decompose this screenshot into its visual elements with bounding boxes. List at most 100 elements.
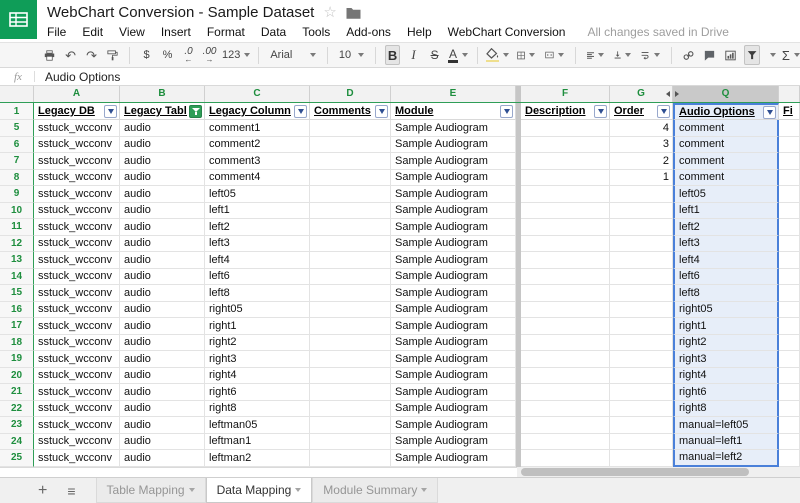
cell[interactable]: left8 bbox=[673, 285, 779, 302]
cell[interactable]: Sample Audiogram bbox=[391, 236, 516, 253]
cell[interactable] bbox=[610, 302, 673, 319]
row-number[interactable]: 23 bbox=[0, 417, 34, 434]
cell[interactable]: audio bbox=[120, 153, 205, 170]
number-format-button[interactable]: 123 bbox=[223, 45, 249, 65]
cell[interactable] bbox=[521, 153, 610, 170]
cell[interactable]: sstuck_wcconv bbox=[34, 236, 120, 253]
header-cell-fi[interactable]: Fi bbox=[779, 103, 800, 120]
cell[interactable]: audio bbox=[120, 236, 205, 253]
cell[interactable] bbox=[610, 203, 673, 220]
menu-tools[interactable]: Tools bbox=[302, 25, 330, 39]
add-sheet-button[interactable]: + bbox=[38, 483, 47, 499]
cell[interactable] bbox=[310, 153, 391, 170]
cell[interactable] bbox=[521, 401, 610, 418]
cell[interactable]: audio bbox=[120, 450, 205, 467]
cell[interactable] bbox=[310, 417, 391, 434]
cell[interactable] bbox=[521, 186, 610, 203]
cell[interactable]: audio bbox=[120, 120, 205, 137]
cell[interactable]: right4 bbox=[205, 368, 310, 385]
cell[interactable]: Sample Audiogram bbox=[391, 302, 516, 319]
cell[interactable]: Sample Audiogram bbox=[391, 170, 516, 187]
cell[interactable] bbox=[610, 219, 673, 236]
cell[interactable] bbox=[610, 236, 673, 253]
header-cell-comments[interactable]: Comments bbox=[310, 103, 391, 120]
merge-cells-button[interactable] bbox=[543, 45, 566, 65]
cell[interactable]: comment3 bbox=[205, 153, 310, 170]
cell[interactable]: comment bbox=[673, 137, 779, 154]
cell[interactable] bbox=[779, 186, 800, 203]
cell[interactable] bbox=[610, 450, 673, 467]
menu-webchart-conversion[interactable]: WebChart Conversion bbox=[448, 25, 566, 39]
print-button[interactable] bbox=[42, 45, 57, 65]
menu-view[interactable]: View bbox=[119, 25, 145, 39]
cell[interactable]: sstuck_wcconv bbox=[34, 417, 120, 434]
cell[interactable] bbox=[779, 417, 800, 434]
cell[interactable]: sstuck_wcconv bbox=[34, 269, 120, 286]
column-filter-button[interactable] bbox=[763, 106, 776, 119]
cell[interactable]: audio bbox=[120, 335, 205, 352]
cell[interactable]: Sample Audiogram bbox=[391, 269, 516, 286]
menu-file[interactable]: File bbox=[47, 25, 66, 39]
cell[interactable]: audio bbox=[120, 368, 205, 385]
cell[interactable] bbox=[310, 120, 391, 137]
cell[interactable] bbox=[610, 269, 673, 286]
cell[interactable] bbox=[521, 203, 610, 220]
column-header-E[interactable]: E bbox=[391, 86, 516, 102]
cell[interactable]: right05 bbox=[673, 302, 779, 319]
cell[interactable] bbox=[610, 335, 673, 352]
column-filter-button[interactable] bbox=[594, 105, 607, 118]
column-filter-button[interactable] bbox=[657, 105, 670, 118]
cell[interactable] bbox=[779, 351, 800, 368]
cell[interactable]: sstuck_wcconv bbox=[34, 368, 120, 385]
cell[interactable] bbox=[779, 137, 800, 154]
tab-table-mapping[interactable]: Table Mapping bbox=[96, 478, 206, 503]
cell[interactable] bbox=[610, 285, 673, 302]
cell[interactable]: audio bbox=[120, 318, 205, 335]
cell[interactable] bbox=[521, 219, 610, 236]
row-number[interactable]: 16 bbox=[0, 302, 34, 319]
header-cell-legacy-db[interactable]: Legacy DB bbox=[34, 103, 120, 120]
cell[interactable]: right3 bbox=[673, 351, 779, 368]
row-number[interactable]: 24 bbox=[0, 434, 34, 451]
cell[interactable]: 4 bbox=[610, 120, 673, 137]
cell[interactable] bbox=[310, 302, 391, 319]
cell[interactable]: Sample Audiogram bbox=[391, 203, 516, 220]
cell[interactable]: sstuck_wcconv bbox=[34, 318, 120, 335]
cell[interactable]: audio bbox=[120, 417, 205, 434]
cell[interactable] bbox=[610, 318, 673, 335]
cell[interactable]: left4 bbox=[205, 252, 310, 269]
cell[interactable]: manual=left2 bbox=[673, 450, 779, 467]
column-header-D[interactable]: D bbox=[310, 86, 391, 102]
grid-corner[interactable] bbox=[0, 86, 34, 102]
cell[interactable] bbox=[310, 252, 391, 269]
cell[interactable] bbox=[521, 450, 610, 467]
sheets-logo[interactable] bbox=[0, 0, 37, 39]
cell[interactable]: Sample Audiogram bbox=[391, 285, 516, 302]
cell[interactable]: right8 bbox=[673, 401, 779, 418]
cell[interactable]: manual=left05 bbox=[673, 417, 779, 434]
cell[interactable]: left1 bbox=[205, 203, 310, 220]
column-header-B[interactable]: B bbox=[120, 86, 205, 102]
cell[interactable]: sstuck_wcconv bbox=[34, 285, 120, 302]
row-number[interactable]: 10 bbox=[0, 203, 34, 220]
cell[interactable]: comment1 bbox=[205, 120, 310, 137]
insert-comment-button[interactable] bbox=[702, 45, 717, 65]
row-number[interactable]: 22 bbox=[0, 401, 34, 418]
cell[interactable] bbox=[310, 318, 391, 335]
cell[interactable] bbox=[521, 302, 610, 319]
cell[interactable]: Sample Audiogram bbox=[391, 186, 516, 203]
cell[interactable] bbox=[521, 137, 610, 154]
cell[interactable]: Sample Audiogram bbox=[391, 335, 516, 352]
cell[interactable]: Sample Audiogram bbox=[391, 368, 516, 385]
column-filter-button[interactable] bbox=[500, 105, 513, 118]
cell[interactable] bbox=[521, 368, 610, 385]
cell[interactable] bbox=[521, 318, 610, 335]
cell[interactable] bbox=[310, 236, 391, 253]
insert-link-button[interactable] bbox=[681, 45, 696, 65]
cell[interactable] bbox=[779, 368, 800, 385]
cell[interactable] bbox=[310, 170, 391, 187]
italic-button[interactable]: I bbox=[406, 45, 421, 65]
cell[interactable]: sstuck_wcconv bbox=[34, 401, 120, 418]
hidden-columns-right-arrow[interactable] bbox=[675, 91, 679, 97]
cell[interactable]: right2 bbox=[673, 335, 779, 352]
